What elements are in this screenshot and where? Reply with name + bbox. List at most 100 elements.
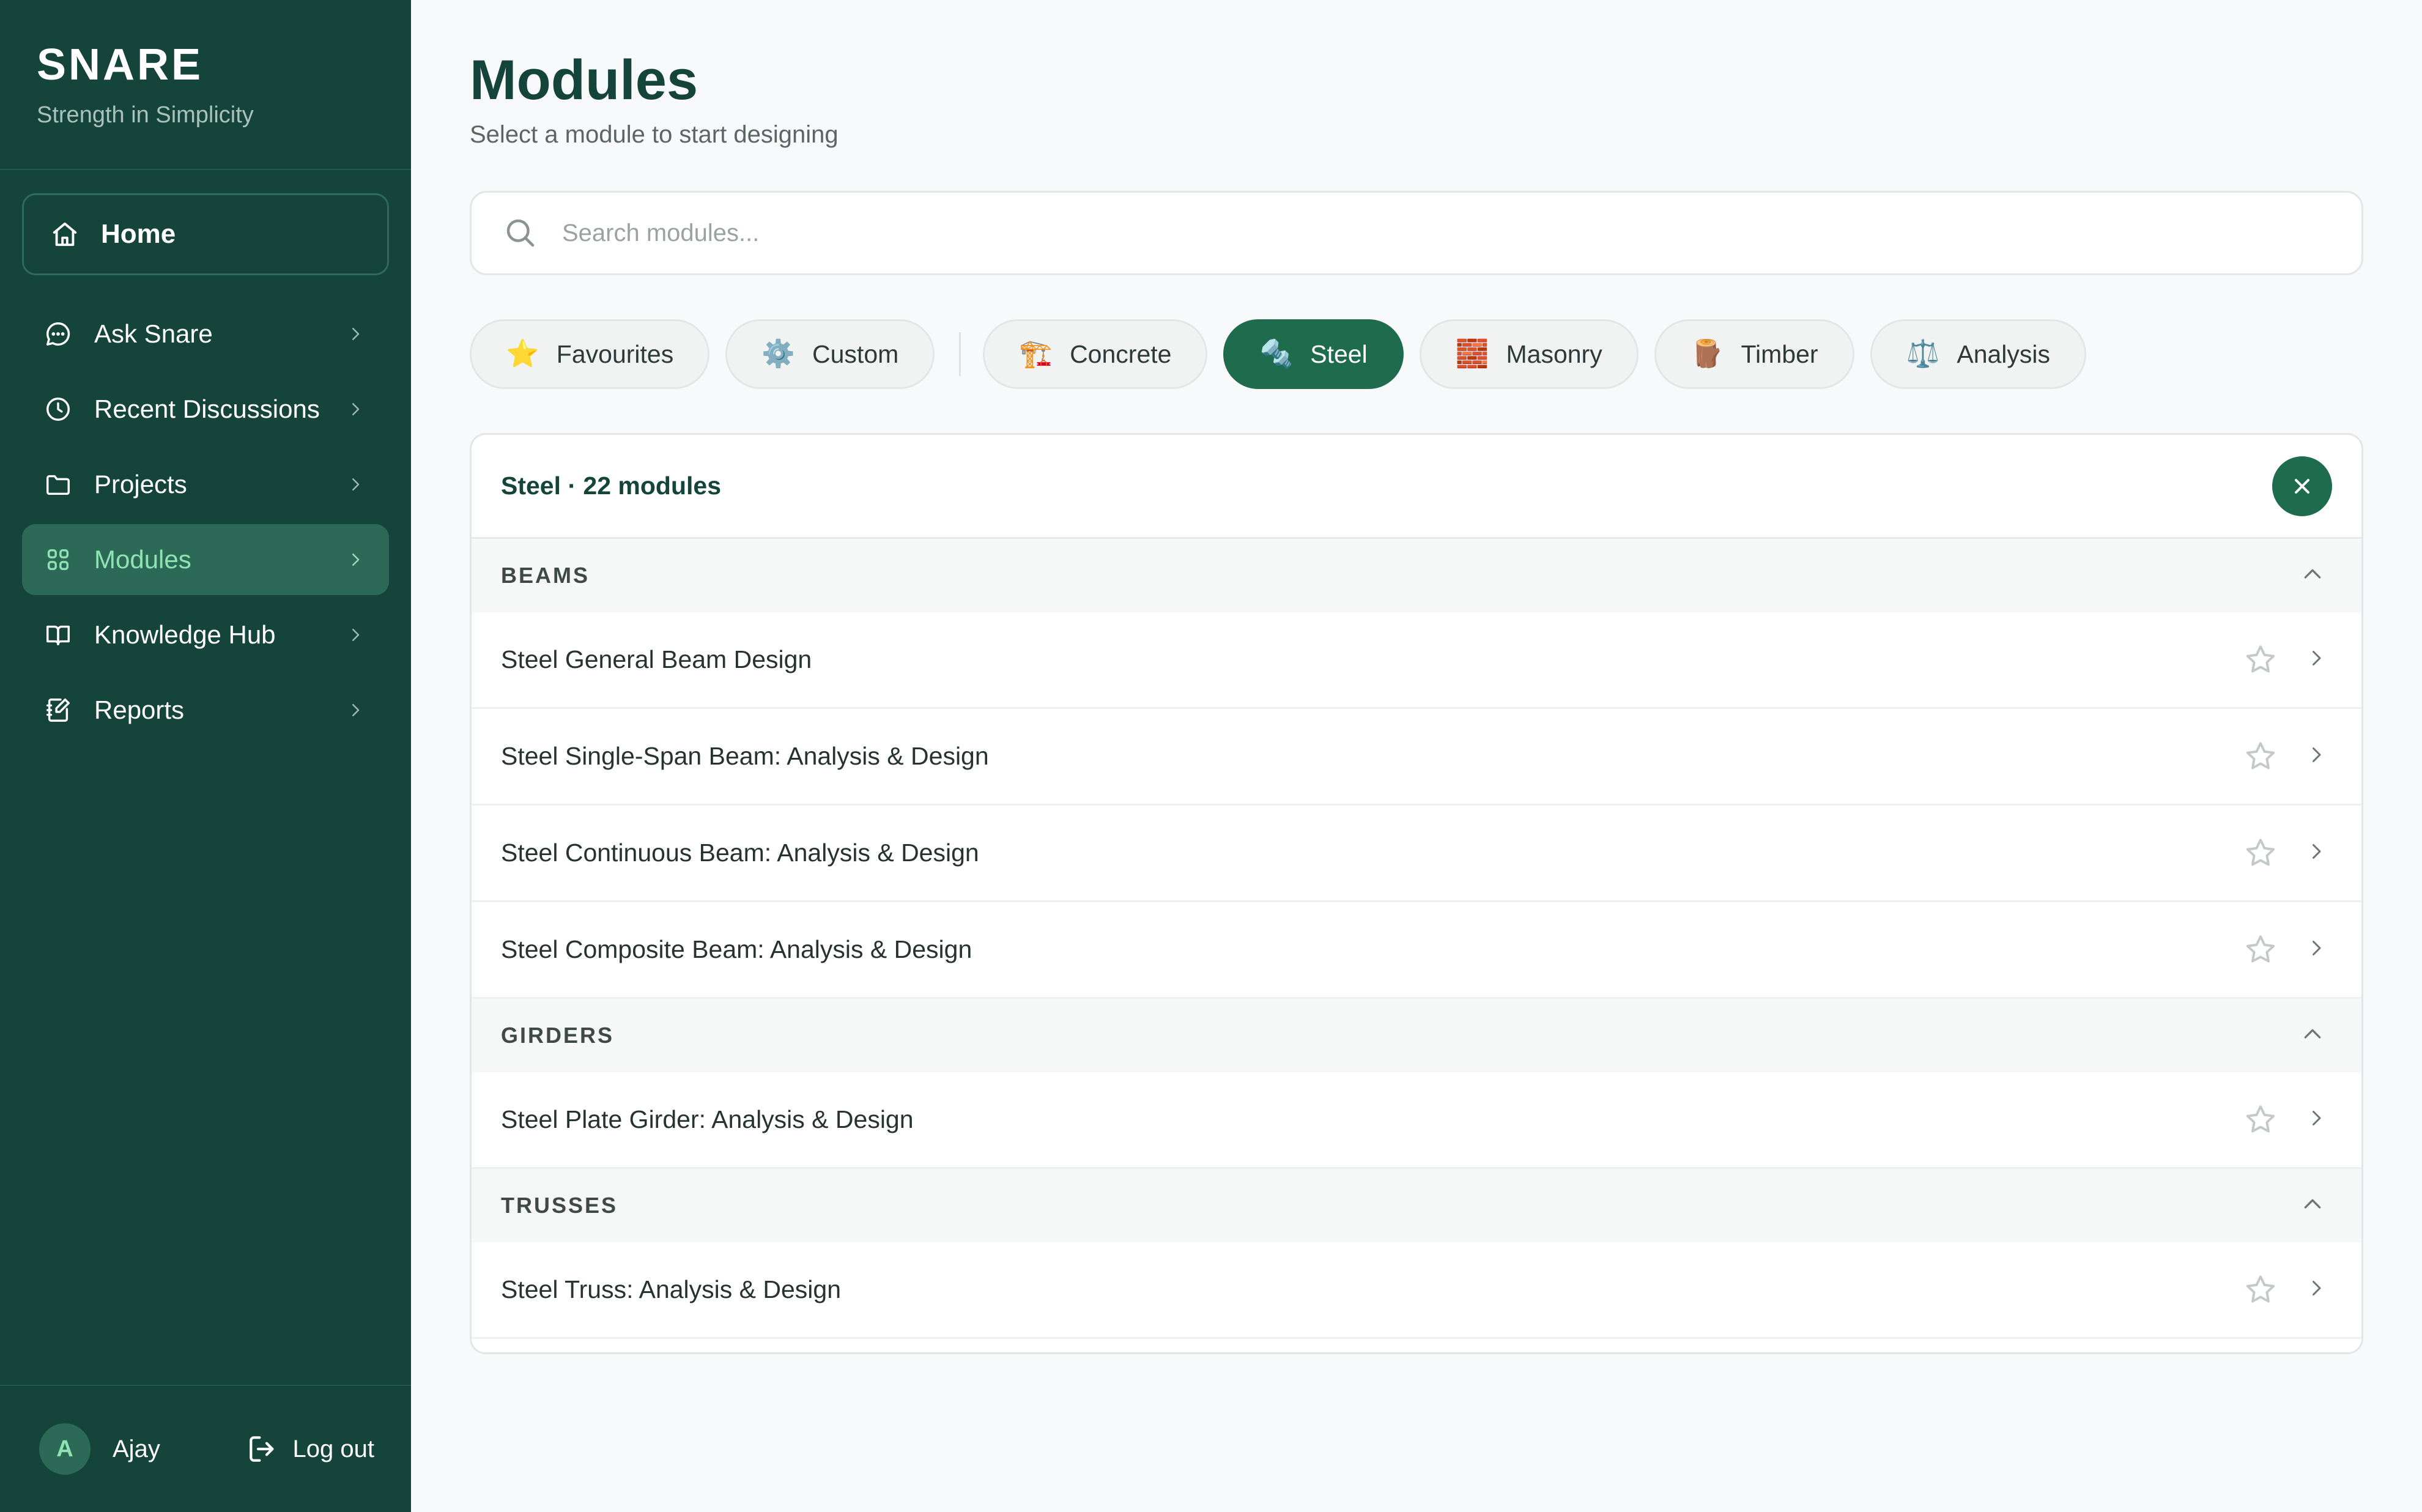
sidebar-item-modules[interactable]: Modules [22, 524, 389, 595]
filter-chips: ⭐ Favourites ⚙️ Custom 🏗️ Concrete 🔩 Ste… [470, 319, 2363, 389]
construction-emoji-icon: 🏗️ [1019, 339, 1053, 369]
chevron-right-icon [2305, 1277, 2327, 1302]
panel-bottom-spacer [472, 1339, 2361, 1352]
chip-label: Custom [812, 339, 899, 368]
chip-label: Masonry [1506, 339, 1602, 368]
module-row[interactable]: Steel Single-Span Beam: Analysis & Desig… [472, 709, 2361, 806]
star-emoji-icon: ⭐ [506, 339, 539, 369]
sidebar-item-label: Ask Snare [94, 319, 213, 348]
module-row[interactable]: Steel General Beam Design [472, 612, 2361, 709]
page-subtitle: Select a module to start designing [470, 121, 839, 148]
star-icon[interactable] [2243, 932, 2278, 968]
chevron-up-icon [2300, 1192, 2325, 1220]
sidebar-item-label: Modules [94, 545, 191, 574]
module-label: Steel Continuous Beam: Analysis & Design [501, 839, 979, 867]
module-label: Steel General Beam Design [501, 645, 812, 673]
sidebar-item-reports[interactable]: Reports [22, 675, 389, 746]
app: SNARE Strength in Simplicity Home Ask Sn… [0, 0, 2422, 1512]
star-icon[interactable] [2243, 642, 2278, 678]
wood-emoji-icon: 🪵 [1690, 339, 1724, 369]
page-title: Modules [470, 49, 698, 111]
group-header-trusses[interactable]: TRUSSES [472, 1169, 2361, 1242]
chevron-right-icon [346, 550, 365, 569]
home-icon [51, 220, 79, 248]
grid-icon [44, 546, 72, 574]
module-label: Steel Truss: Analysis & Design [501, 1275, 842, 1303]
brand-title: SNARE [37, 40, 204, 89]
close-button[interactable] [2272, 456, 2332, 516]
folder-icon [44, 470, 72, 498]
filter-chip-masonry[interactable]: 🧱 Masonry [1419, 319, 1639, 389]
sidebar-item-label: Knowledge Hub [94, 620, 276, 649]
star-icon[interactable] [2243, 1102, 2278, 1138]
sidebar-item-projects[interactable]: Projects [22, 449, 389, 520]
brand-tagline: Strength in Simplicity [37, 102, 254, 128]
logout-label: Log out [292, 1435, 374, 1462]
star-icon[interactable] [2243, 836, 2278, 871]
chevron-right-icon [346, 475, 365, 494]
brand: SNARE Strength in Simplicity [0, 0, 411, 170]
sidebar-nav: Home Ask Snare Recent Discussions Projec… [0, 170, 411, 746]
chevron-right-icon [2305, 647, 2327, 672]
chevron-right-icon [2305, 744, 2327, 769]
gear-emoji-icon: ⚙️ [761, 339, 796, 369]
chevron-up-icon [2300, 1022, 2325, 1050]
group-header-beams[interactable]: BEAMS [472, 539, 2361, 612]
search-input[interactable] [562, 219, 2361, 247]
modules-panel: Steel · 22 modules BEAMS Steel General B… [470, 433, 2363, 1354]
star-icon[interactable] [2243, 739, 2278, 774]
sidebar-footer: A Ajay Log out [0, 1385, 411, 1512]
panel-header: Steel · 22 modules [472, 435, 2361, 539]
filter-chip-custom[interactable]: ⚙️ Custom [725, 319, 935, 389]
chip-label: Analysis [1957, 339, 2051, 368]
search-bar [470, 191, 2363, 275]
chevron-right-icon [2305, 840, 2327, 865]
scales-emoji-icon: ⚖️ [1906, 339, 1940, 369]
chevron-up-icon [2300, 562, 2325, 590]
chip-label: Favourites [556, 339, 674, 368]
filter-chip-concrete[interactable]: 🏗️ Concrete [983, 319, 1208, 389]
clock-icon [44, 395, 72, 423]
sidebar-item-label: Home [101, 219, 176, 249]
module-row[interactable]: Steel Continuous Beam: Analysis & Design [472, 806, 2361, 902]
chevron-right-icon [346, 400, 365, 418]
brick-emoji-icon: 🧱 [1455, 339, 1489, 369]
chip-label: Concrete [1070, 339, 1172, 368]
main-content: Modules Select a module to start designi… [411, 0, 2422, 1512]
chip-divider [959, 332, 961, 376]
group-title: BEAMS [501, 563, 590, 588]
chevron-right-icon [346, 701, 365, 719]
group-header-girders[interactable]: GIRDERS [472, 999, 2361, 1072]
chevron-right-icon [346, 626, 365, 644]
sidebar-item-label: Reports [94, 695, 185, 724]
filter-chip-steel[interactable]: 🔩 Steel [1223, 319, 1404, 389]
star-icon[interactable] [2243, 1272, 2278, 1308]
chip-label: Steel [1310, 339, 1368, 368]
book-icon [44, 621, 72, 649]
logout-button[interactable]: Log out [245, 1432, 374, 1466]
sidebar-item-home[interactable]: Home [22, 193, 389, 275]
sidebar-item-ask-snare[interactable]: Ask Snare [22, 298, 389, 369]
chip-label: Timber [1741, 339, 1818, 368]
module-label: Steel Single-Span Beam: Analysis & Desig… [501, 742, 989, 770]
module-row[interactable]: Steel Plate Girder: Analysis & Design [472, 1072, 2361, 1169]
search-icon [506, 219, 535, 247]
filter-chip-timber[interactable]: 🪵 Timber [1654, 319, 1854, 389]
module-row[interactable]: Steel Composite Beam: Analysis & Design [472, 902, 2361, 999]
sidebar-item-label: Recent Discussions [94, 395, 320, 423]
close-icon [2295, 478, 2309, 494]
group-title: GIRDERS [501, 1023, 615, 1048]
filter-chip-analysis[interactable]: ⚖️ Analysis [1870, 319, 2087, 389]
filter-chip-favourites[interactable]: ⭐ Favourites [470, 319, 710, 389]
sidebar-item-recent-discussions[interactable]: Recent Discussions [22, 374, 389, 445]
chat-icon [44, 320, 72, 348]
group-title: TRUSSES [501, 1193, 618, 1218]
panel-title: Steel · 22 modules [501, 472, 722, 500]
module-row[interactable]: Steel Truss: Analysis & Design [472, 1242, 2361, 1339]
sidebar-item-knowledge-hub[interactable]: Knowledge Hub [22, 599, 389, 670]
chevron-right-icon [2305, 937, 2327, 962]
module-label: Steel Composite Beam: Analysis & Design [501, 935, 972, 963]
report-icon [44, 696, 72, 724]
avatar[interactable]: A [39, 1423, 91, 1475]
module-label: Steel Plate Girder: Analysis & Design [501, 1105, 914, 1133]
